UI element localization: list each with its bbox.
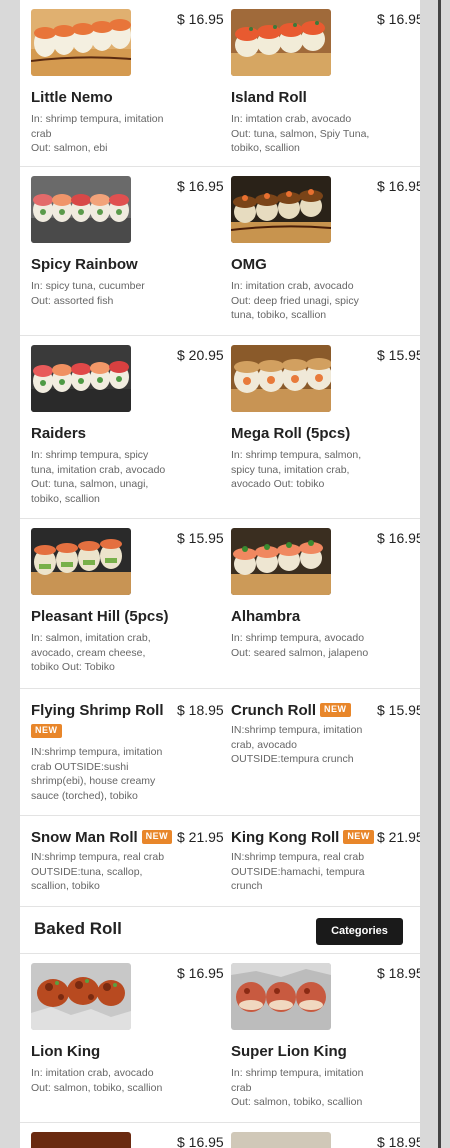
- item-price: $ 16.95: [377, 11, 420, 27]
- item-description: In: spicy tuna, cucumber Out: assorted fi…: [31, 280, 145, 307]
- item-name: King Kong Roll: [231, 829, 340, 846]
- item-price: $ 21.95: [177, 829, 224, 845]
- item-price: $ 15.95: [377, 702, 420, 718]
- item-price: $ 16.95: [177, 178, 224, 194]
- item-name: Lion King: [31, 1043, 101, 1060]
- baked-roll-photo: [31, 963, 131, 1030]
- item-description: In: shrimp tempura, salmon, spicy tuna, …: [231, 449, 362, 490]
- menu-row: $ 16.95 Spicy Rainbow In: spicy tuna, cu…: [20, 167, 420, 336]
- menu-item[interactable]: $ 21.95 Snow Man Roll NEW IN:shrimp tempu…: [31, 816, 224, 894]
- item-description: In: shrimp tempura, imitation crab Out: s…: [231, 1067, 364, 1108]
- menu-item[interactable]: $ 20.95 Raiders In: shrimp tempura, spic…: [31, 336, 224, 506]
- menu-item[interactable]: $ 18.95 Flying Shrimp Roll NEW IN:shrimp…: [31, 689, 224, 803]
- item-description: In: shrimp tempura, spicy tuna, imitatio…: [31, 449, 166, 505]
- item-description: In: shrimp tempura, imitation crab Out: s…: [31, 113, 164, 154]
- item-name: Raiders: [31, 425, 87, 442]
- categories-button[interactable]: Categories: [316, 918, 403, 945]
- item-price: $ 16.95: [177, 965, 224, 981]
- menu-item[interactable]: $ 16.95 Spicy Rainbow In: spicy tuna, cu…: [31, 167, 224, 308]
- roll-photo: [231, 9, 331, 76]
- item-name: Island Roll: [231, 89, 307, 106]
- menu-row: $ 18.95 Flying Shrimp Roll NEW IN:shrimp…: [20, 689, 420, 816]
- scrollbar-edge: [438, 0, 441, 1148]
- menu-row: $ 16.95 Lion King In: imitation crab, av…: [20, 954, 420, 1123]
- item-name: Spicy Rainbow: [31, 256, 138, 273]
- item-name: Little Nemo: [31, 89, 113, 106]
- menu-item[interactable]: $ 15.95 Crunch Roll NEW IN:shrimp tempura…: [231, 689, 420, 767]
- menu-item[interactable]: $ 16.95 Alhambra In: shrimp tempura, avo…: [231, 519, 420, 660]
- menu-item[interactable]: $ 18.95: [231, 1123, 420, 1148]
- baked-roll-photo: [31, 1132, 131, 1148]
- item-description: In: imitation crab, avocado Out: deep fri…: [231, 280, 359, 321]
- item-name: Alhambra: [231, 608, 301, 625]
- item-price: $ 21.95: [377, 829, 420, 845]
- menu-row: $ 16.95 Little Nemo In: shrimp tempura, …: [20, 0, 420, 167]
- item-price: $ 16.95: [177, 11, 224, 27]
- item-name: Snow Man Roll: [31, 829, 138, 846]
- new-badge: NEW: [31, 724, 62, 738]
- item-description: In: shrimp tempura, avocado Out: seared s…: [231, 632, 369, 659]
- roll-photo: [31, 9, 131, 76]
- roll-photo: [31, 528, 131, 595]
- item-description: IN:shrimp tempura, imitation crab OUTSID…: [31, 746, 163, 802]
- item-name: Super Lion King: [231, 1043, 347, 1060]
- menu-list: $ 16.95 Little Nemo In: shrimp tempura, …: [20, 0, 420, 1148]
- item-name: Crunch Roll: [231, 702, 316, 719]
- menu-item[interactable]: $ 16.95 Island Roll In: imtation crab, a…: [231, 0, 420, 156]
- item-price: $ 16.95: [377, 178, 420, 194]
- section-title: Baked Roll: [34, 919, 122, 938]
- item-price: $ 16.95: [177, 1134, 224, 1148]
- menu-item[interactable]: $ 18.95 Super Lion King In: shrimp tempu…: [231, 954, 420, 1110]
- menu-row: $ 20.95 Raiders In: shrimp tempura, spic…: [20, 336, 420, 519]
- menu-item[interactable]: $ 16.95 Little Nemo In: shrimp tempura, …: [31, 0, 224, 156]
- item-description: In: imtation crab, avocado Out: tuna, sal…: [231, 113, 370, 154]
- menu-item[interactable]: $ 16.95 Lion King In: imitation crab, av…: [31, 954, 224, 1095]
- roll-photo: [31, 176, 131, 243]
- item-description: In: salmon, imitation crab, avocado, cre…: [31, 632, 151, 673]
- menu-row: $ 16.95 $ 18.95: [20, 1123, 420, 1148]
- roll-photo: [231, 345, 331, 412]
- menu-item[interactable]: $ 16.95 OMG In: imitation crab, avocado O…: [231, 167, 420, 323]
- menu-item[interactable]: $ 15.95 Mega Roll (5pcs) In: shrimp temp…: [231, 336, 420, 492]
- item-description: IN:shrimp tempura, real crab OUTSIDE:hama…: [231, 851, 365, 892]
- item-description: IN:shrimp tempura, real crab OUTSIDE:tuna…: [31, 851, 165, 892]
- item-name: OMG: [231, 256, 267, 273]
- item-name: Pleasant Hill (5pcs): [31, 608, 169, 625]
- new-badge: NEW: [141, 830, 173, 844]
- item-price: $ 15.95: [377, 347, 420, 363]
- new-badge: NEW: [320, 703, 351, 717]
- roll-photo: [31, 345, 131, 412]
- menu-item[interactable]: $ 21.95 King Kong Roll NEW IN:shrimp temp…: [231, 816, 420, 894]
- menu-row: $ 21.95 Snow Man Roll NEW IN:shrimp tempu…: [20, 816, 420, 906]
- section-header: Baked Roll Categories: [20, 906, 420, 954]
- roll-photo: [231, 528, 331, 595]
- menu-item[interactable]: $ 15.95 Pleasant Hill (5pcs) In: salmon,…: [31, 519, 224, 675]
- item-price: $ 15.95: [177, 530, 224, 546]
- item-description: IN:shrimp tempura, imitation crab, avoca…: [231, 724, 363, 765]
- baked-roll-photo: [231, 1132, 331, 1148]
- menu-row: $ 15.95 Pleasant Hill (5pcs) In: salmon,…: [20, 519, 420, 689]
- menu-panel: $ 16.95 Little Nemo In: shrimp tempura, …: [20, 0, 420, 1148]
- item-price: $ 16.95: [377, 530, 420, 546]
- item-price: $ 18.95: [177, 702, 224, 718]
- item-description: In: imitation crab, avocado Out: salmon, …: [31, 1067, 163, 1094]
- baked-roll-photo: [231, 963, 331, 1030]
- menu-item[interactable]: $ 16.95: [31, 1123, 224, 1148]
- item-price: $ 18.95: [377, 965, 420, 981]
- item-name: Mega Roll (5pcs): [231, 425, 351, 442]
- new-badge: NEW: [343, 830, 374, 844]
- roll-photo: [231, 176, 331, 243]
- item-price: $ 18.95: [377, 1134, 420, 1148]
- item-price: $ 20.95: [177, 347, 224, 363]
